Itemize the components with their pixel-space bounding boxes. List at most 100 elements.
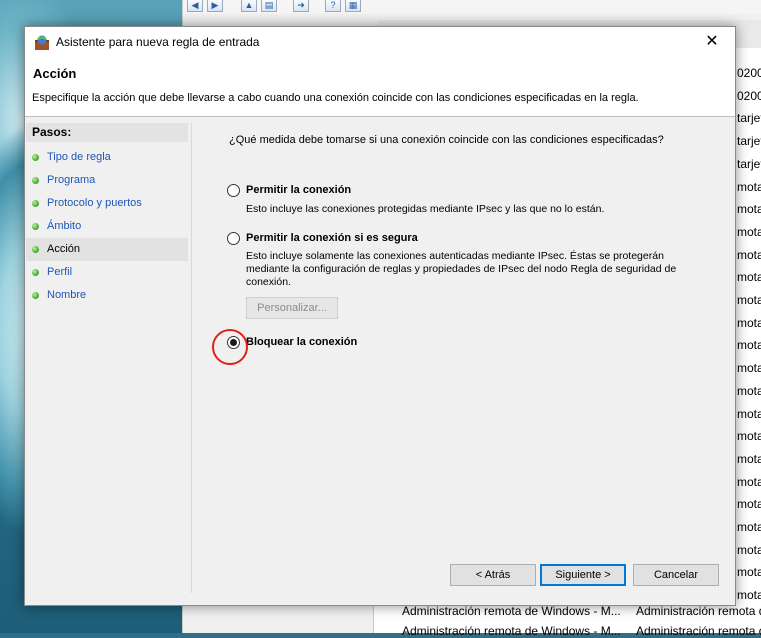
allow-secure-connection-description: Esto incluye solamente las conexiones au… bbox=[246, 250, 677, 288]
background-list-row: mota bbox=[737, 266, 761, 288]
background-rule-row[interactable]: Administración remota de Windows - M... bbox=[402, 604, 621, 618]
customize-button[interactable]: Personalizar... bbox=[246, 297, 338, 319]
background-list-row: mota bbox=[737, 244, 761, 266]
step-accion[interactable]: Acción bbox=[26, 238, 188, 261]
background-cell-text: mota bbox=[737, 588, 761, 603]
steps-panel: Pasos: Tipo de regla Programa Protocolo … bbox=[26, 123, 190, 593]
background-cell-text: mota bbox=[737, 179, 761, 194]
background-cell-text: mota bbox=[737, 542, 761, 557]
background-list-row: mota bbox=[737, 516, 761, 538]
panel-divider bbox=[191, 123, 192, 593]
step-ambito[interactable]: Ámbito bbox=[26, 215, 188, 238]
block-connection-label[interactable]: Bloquear la conexión bbox=[246, 336, 357, 348]
background-cell-text: mota bbox=[737, 315, 761, 330]
background-rule-row[interactable]: Administración remota de Windows - M... bbox=[402, 624, 621, 638]
step-bullet-icon bbox=[32, 177, 39, 184]
background-rule-group: Administración remota d bbox=[636, 604, 761, 618]
background-list-row: mota bbox=[737, 221, 761, 243]
background-cell-text: tarjet bbox=[737, 111, 761, 126]
cancel-button[interactable]: Cancelar bbox=[633, 564, 719, 586]
allow-secure-connection-radio[interactable] bbox=[227, 232, 240, 245]
background-list-row: mota bbox=[737, 198, 761, 220]
background-list-row: tarjet bbox=[737, 130, 761, 152]
step-programa[interactable]: Programa bbox=[26, 169, 188, 192]
background-list-row: mota bbox=[737, 539, 761, 561]
background-list-row: mota bbox=[737, 312, 761, 334]
allow-secure-connection-label[interactable]: Permitir la conexión si es segura bbox=[246, 232, 418, 244]
background-cell-text: mota bbox=[737, 224, 761, 239]
background-cell-text: mota bbox=[737, 429, 761, 444]
step-bullet-icon bbox=[32, 246, 39, 253]
back-arrow-icon[interactable]: ◀ bbox=[187, 0, 203, 12]
step-bullet-icon bbox=[32, 269, 39, 276]
background-list-row: 0200 bbox=[737, 85, 761, 107]
background-cell-text: mota bbox=[737, 520, 761, 534]
step-bullet-icon bbox=[32, 154, 39, 161]
background-list-row: mota bbox=[737, 380, 761, 402]
background-cell-text: mota bbox=[737, 497, 761, 512]
background-cell-text: mota bbox=[737, 293, 761, 307]
background-cell-text: mota bbox=[737, 202, 761, 217]
background-list-row: mota bbox=[737, 561, 761, 583]
background-cell-text: mota bbox=[737, 361, 761, 376]
background-list-row: mota bbox=[737, 357, 761, 379]
title-bar: Asistente para nueva regla de entrada ✕ bbox=[25, 27, 735, 58]
back-button[interactable]: < Atrás bbox=[450, 564, 536, 586]
step-tipo-de-regla[interactable]: Tipo de regla bbox=[26, 146, 188, 169]
step-protocolo-y-puertos[interactable]: Protocolo y puertos bbox=[26, 192, 188, 215]
step-nombre[interactable]: Nombre bbox=[26, 284, 188, 307]
background-list-row: mota bbox=[737, 584, 761, 606]
background-cell-text: mota bbox=[737, 406, 761, 421]
steps-title: Pasos: bbox=[26, 123, 188, 142]
background-cell-text: tarjet bbox=[737, 156, 761, 171]
background-list-row: mota bbox=[737, 403, 761, 425]
forward-arrow-icon[interactable]: ▶ bbox=[207, 0, 223, 12]
step-bullet-icon bbox=[32, 223, 39, 230]
allow-connection-label[interactable]: Permitir la conexión bbox=[246, 184, 351, 196]
background-list-row: mota bbox=[737, 425, 761, 447]
background-cell-text: mota bbox=[737, 247, 761, 262]
allow-connection-radio[interactable] bbox=[227, 184, 240, 197]
export-list-icon[interactable]: ➜ bbox=[293, 0, 309, 12]
step-perfil[interactable]: Perfil bbox=[26, 261, 188, 284]
red-highlight-circle bbox=[212, 329, 248, 365]
firewall-shield-icon bbox=[35, 35, 49, 50]
background-list-row: mota bbox=[737, 448, 761, 470]
background-cell-text: mota bbox=[737, 338, 761, 353]
page-description: Especifique la acción que debe llevarse … bbox=[32, 92, 639, 104]
close-button[interactable]: ✕ bbox=[689, 27, 735, 58]
action-question: ¿Qué medida debe tomarse si una conexión… bbox=[229, 134, 664, 146]
next-button[interactable]: Siguiente > bbox=[540, 564, 626, 586]
step-bullet-icon bbox=[32, 200, 39, 207]
allow-connection-description: Esto incluye las conexiones protegidas m… bbox=[246, 203, 605, 215]
background-right-column: 0200 0200 tarjet tarjet tarjet mota mota mota mo… bbox=[737, 48, 761, 608]
up-folder-icon[interactable]: ▲ bbox=[241, 0, 257, 12]
wizard-header: Acción Especifique la acción que debe ll… bbox=[25, 58, 735, 117]
background-cell-text: mota bbox=[737, 565, 761, 580]
show-tree-icon[interactable]: ▤ bbox=[261, 0, 277, 12]
background-list-row: mota bbox=[737, 176, 761, 198]
background-list-row: mota bbox=[737, 493, 761, 515]
background-cell-text: 0200 bbox=[737, 66, 761, 80]
background-list-row: mota bbox=[737, 471, 761, 493]
window-title: Asistente para nueva regla de entrada bbox=[56, 35, 260, 49]
new-inbound-rule-wizard: Asistente para nueva regla de entrada ✕ … bbox=[24, 26, 736, 606]
background-cell-text: mota bbox=[737, 474, 761, 489]
page-title: Acción bbox=[33, 66, 77, 81]
background-cell-text: 0200 bbox=[737, 88, 761, 103]
background-list-row: tarjet bbox=[737, 153, 761, 175]
help-icon[interactable]: ? bbox=[325, 0, 341, 12]
rule-name: Administración remota de Windows - M... bbox=[402, 624, 621, 638]
background-list-row: mota bbox=[737, 334, 761, 356]
background-cell-text: mota bbox=[737, 383, 761, 398]
step-bullet-icon bbox=[32, 292, 39, 299]
background-list-row: 0200 bbox=[737, 62, 761, 84]
background-list-row: mota bbox=[737, 289, 761, 311]
background-cell-text: mota bbox=[737, 270, 761, 285]
rule-name: Administración remota de Windows - M... bbox=[402, 604, 621, 618]
background-cell-text: tarjet bbox=[737, 134, 761, 149]
background-cell-text: mota bbox=[737, 451, 761, 466]
properties-icon[interactable]: ▦ bbox=[345, 0, 361, 12]
background-toolbar: ◀ ▶ ▲ ▤ ➜ ? ▦ bbox=[183, 0, 761, 14]
background-rule-group: Administración remota d bbox=[636, 624, 761, 638]
